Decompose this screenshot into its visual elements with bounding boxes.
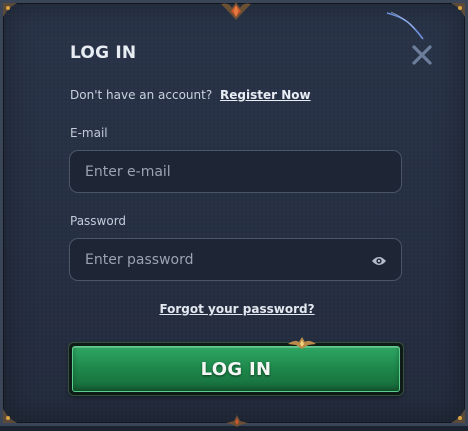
register-prompt: Don't have an account? Register Now: [70, 88, 311, 102]
corner-ornament: [451, 409, 465, 423]
button-ornament: [288, 335, 316, 349]
forgot-password-row: Forgot your password?: [3, 298, 468, 317]
password-field[interactable]: [70, 239, 401, 280]
register-prompt-text: Don't have an account?: [70, 88, 213, 102]
login-modal: LOG IN Don't have an account? Register N…: [0, 0, 468, 427]
corner-ornament: [451, 3, 465, 17]
eye-icon[interactable]: [371, 253, 387, 267]
light-streak-decoration: [385, 11, 425, 41]
register-now-link[interactable]: Register Now: [220, 88, 311, 102]
corner-ornament: [3, 3, 17, 17]
forgot-password-link[interactable]: Forgot your password?: [159, 302, 314, 316]
login-button-label: LOG IN: [200, 358, 272, 380]
email-field-container: [69, 150, 402, 193]
password-label: Password: [70, 214, 127, 228]
email-field[interactable]: [70, 151, 401, 192]
email-label: E-mail: [70, 126, 108, 140]
corner-ornament: [3, 409, 17, 423]
modal-title: LOG IN: [70, 43, 137, 63]
top-gem-ornament: [221, 0, 251, 22]
login-button-frame: LOG IN: [69, 337, 403, 395]
login-button[interactable]: LOG IN: [72, 346, 400, 392]
password-field-container: [69, 238, 402, 281]
bottom-gem-ornament: [226, 412, 248, 427]
close-button[interactable]: [411, 44, 433, 66]
close-icon[interactable]: [411, 44, 433, 66]
